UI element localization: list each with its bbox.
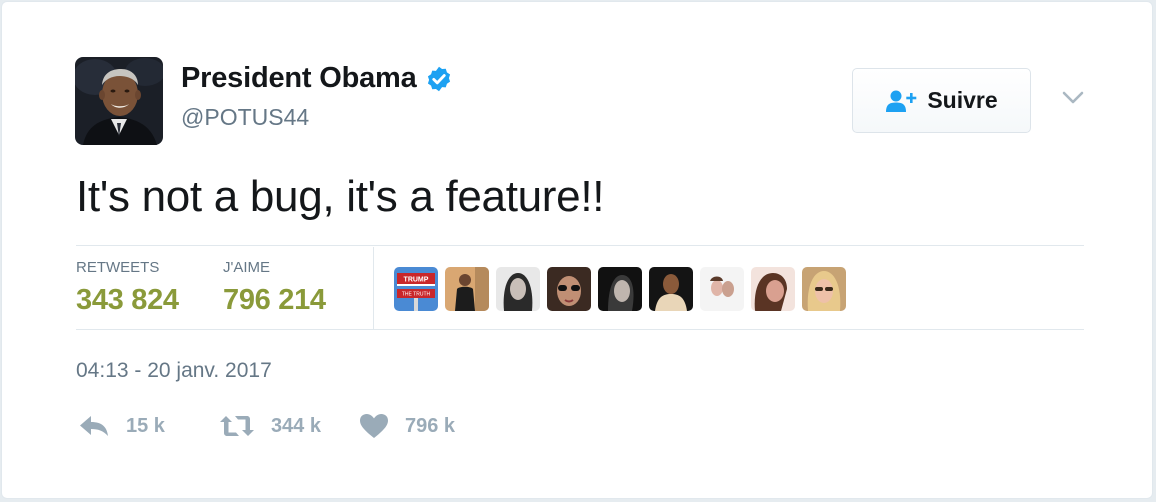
like-count: 796 k bbox=[405, 414, 456, 437]
user-name[interactable]: President Obama bbox=[181, 62, 417, 95]
retweet-icon bbox=[219, 416, 254, 436]
heart-icon bbox=[360, 414, 388, 438]
avatar-woman-3[interactable] bbox=[751, 267, 795, 311]
avatar-woman-1[interactable] bbox=[496, 267, 540, 311]
tweet-text: It's not a bug, it's a feature!! bbox=[76, 172, 605, 221]
verified-badge-icon bbox=[427, 66, 450, 91]
reply-action[interactable]: 15 k bbox=[78, 413, 165, 439]
reply-icon bbox=[80, 416, 108, 436]
like-action[interactable]: 796 k bbox=[359, 413, 455, 439]
likes-stat[interactable]: J'AIME 796 214 bbox=[223, 259, 326, 317]
sign-text-top: TRUMP bbox=[404, 277, 429, 284]
avatar-woman-blonde[interactable] bbox=[802, 267, 846, 311]
chevron-down-icon[interactable] bbox=[1061, 88, 1085, 108]
divider-top bbox=[76, 245, 1084, 246]
tweet-timestamp[interactable]: 04:13 - 20 janv. 2017 bbox=[76, 359, 272, 383]
follow-button[interactable]: Suivre bbox=[852, 68, 1031, 133]
avatar-woman-2[interactable] bbox=[598, 267, 642, 311]
retweets-label: RETWEETS bbox=[76, 259, 160, 276]
user-name-row: President Obama bbox=[181, 62, 453, 95]
follow-user-plus-icon bbox=[886, 90, 917, 112]
profile-avatar[interactable] bbox=[75, 57, 163, 145]
retweet-count: 344 k bbox=[270, 414, 321, 437]
liked-by-avatars: TRUMP THE TRUTH bbox=[394, 267, 853, 311]
sign-text-bottom: THE TRUTH bbox=[402, 292, 431, 298]
likes-value: 796 214 bbox=[223, 284, 326, 316]
avatar-sign[interactable]: TRUMP THE TRUTH bbox=[394, 267, 438, 311]
user-handle[interactable]: @POTUS44 bbox=[181, 104, 309, 131]
tweet-actions: 15 k 344 k 796 k bbox=[78, 413, 455, 439]
avatar-couple[interactable] bbox=[700, 267, 744, 311]
avatar-man[interactable] bbox=[649, 267, 693, 311]
reply-count: 15 k bbox=[126, 414, 165, 437]
retweet-action[interactable]: 344 k bbox=[219, 413, 321, 439]
retweets-stat[interactable]: RETWEETS 343 824 bbox=[76, 259, 179, 317]
likes-label: J'AIME bbox=[223, 259, 271, 276]
avatar-man-standing[interactable] bbox=[445, 267, 489, 311]
follow-button-label: Suivre bbox=[927, 87, 998, 113]
tweet-card: President Obama @POTUS44 Suivre It's not… bbox=[1, 1, 1153, 499]
stats-separator bbox=[373, 247, 374, 330]
retweets-value: 343 824 bbox=[76, 284, 179, 316]
divider-bottom bbox=[76, 329, 1084, 330]
avatar-woman-sunglasses[interactable] bbox=[547, 267, 591, 311]
